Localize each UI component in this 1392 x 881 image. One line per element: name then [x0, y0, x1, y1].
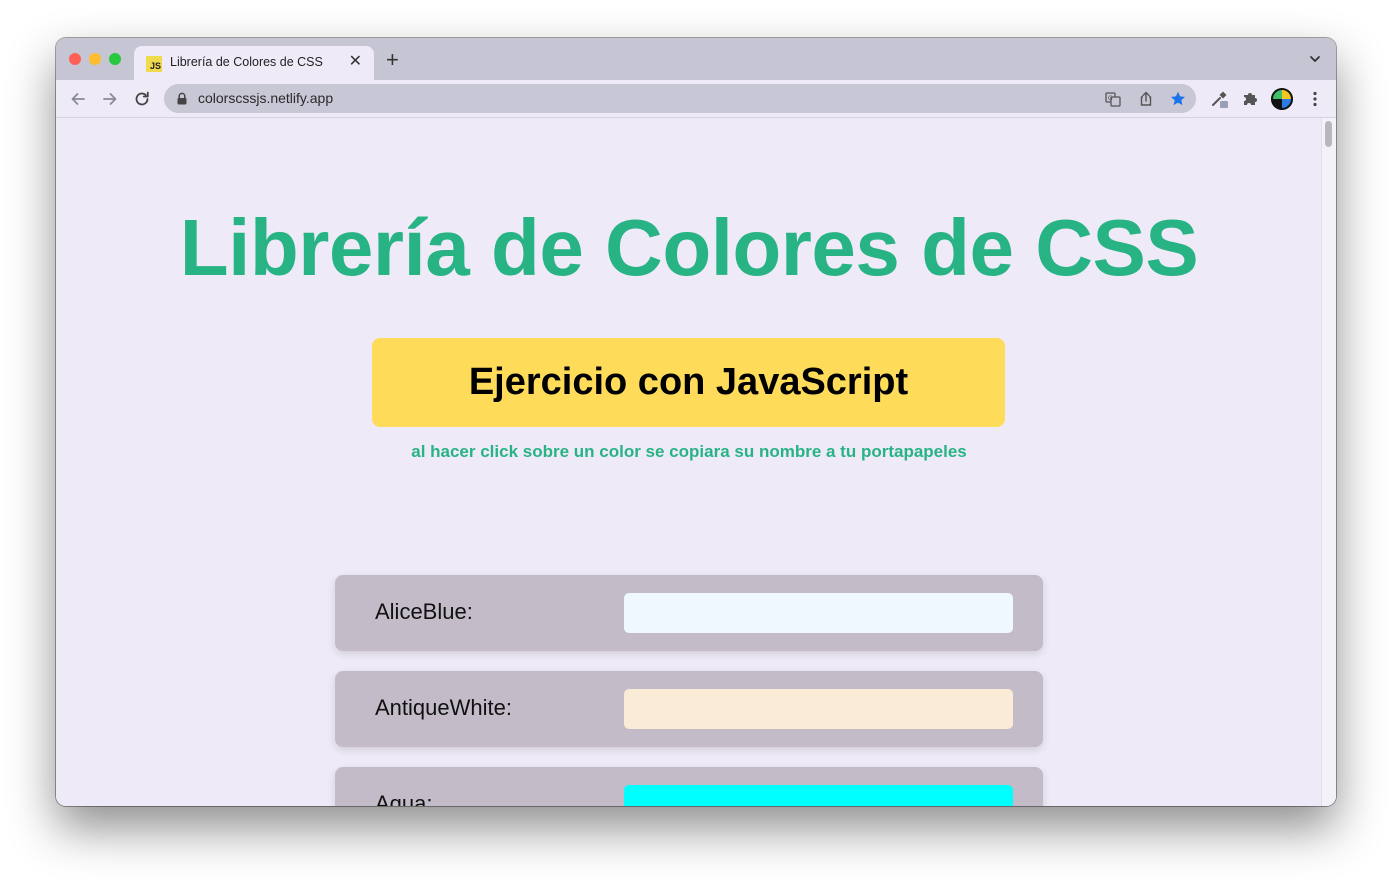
- color-card-aliceblue[interactable]: AliceBlue:: [335, 575, 1043, 651]
- lock-icon[interactable]: [176, 92, 188, 105]
- browser-tab[interactable]: JS Librería de Colores de CSS ✕: [134, 46, 374, 80]
- color-card-aqua[interactable]: Aqua:: [335, 767, 1043, 806]
- address-bar[interactable]: colorscssjs.netlify.app G: [164, 84, 1196, 113]
- translate-icon[interactable]: G: [1104, 90, 1122, 108]
- minimize-window-button[interactable]: [89, 53, 101, 65]
- close-tab-icon[interactable]: ✕: [349, 53, 362, 71]
- star-icon[interactable]: [1169, 90, 1187, 108]
- js-favicon-icon: JS: [146, 56, 162, 72]
- browser-window: JS Librería de Colores de CSS ✕ + colors…: [56, 38, 1336, 806]
- page-title: Librería de Colores de CSS: [179, 203, 1199, 292]
- color-swatch[interactable]: [624, 593, 1013, 633]
- kebab-menu-icon[interactable]: [1305, 89, 1325, 109]
- vertical-scrollbar[interactable]: [1321, 118, 1336, 806]
- javascript-exercise-button[interactable]: Ejercicio con JavaScript: [372, 338, 1005, 427]
- tab-title: Librería de Colores de CSS: [170, 55, 323, 69]
- color-name-label: AntiqueWhite:: [375, 695, 512, 720]
- puzzle-icon[interactable]: [1240, 89, 1260, 109]
- back-arrow-icon[interactable]: [68, 89, 88, 109]
- copy-hint-text: al hacer click sobre un color se copiara…: [411, 442, 967, 461]
- color-swatch[interactable]: [624, 689, 1013, 729]
- color-swatch[interactable]: [624, 785, 1013, 806]
- tab-search-chevron-icon[interactable]: [1308, 52, 1322, 66]
- browser-toolbar: colorscssjs.netlify.app G: [56, 80, 1336, 118]
- url-text[interactable]: colorscssjs.netlify.app: [198, 90, 333, 106]
- scrollbar-thumb[interactable]: [1325, 121, 1332, 147]
- reload-icon[interactable]: [132, 89, 152, 109]
- forward-arrow-icon[interactable]: [100, 89, 120, 109]
- new-tab-button[interactable]: +: [386, 49, 399, 71]
- share-icon[interactable]: [1137, 90, 1155, 108]
- tab-strip: JS Librería de Colores de CSS ✕ +: [56, 38, 1336, 80]
- eyedropper-extension-icon[interactable]: [1209, 89, 1229, 109]
- color-name-label: Aqua:: [375, 791, 433, 806]
- color-card-antiquewhite[interactable]: AntiqueWhite:: [335, 671, 1043, 747]
- zoom-window-button[interactable]: [109, 53, 121, 65]
- svg-text:G: G: [1108, 95, 1113, 102]
- profile-avatar[interactable]: [1271, 88, 1293, 110]
- close-window-button[interactable]: [69, 53, 81, 65]
- color-name-label: AliceBlue:: [375, 599, 473, 624]
- page-viewport[interactable]: Librería de Colores de CSS Ejercicio con…: [56, 118, 1336, 806]
